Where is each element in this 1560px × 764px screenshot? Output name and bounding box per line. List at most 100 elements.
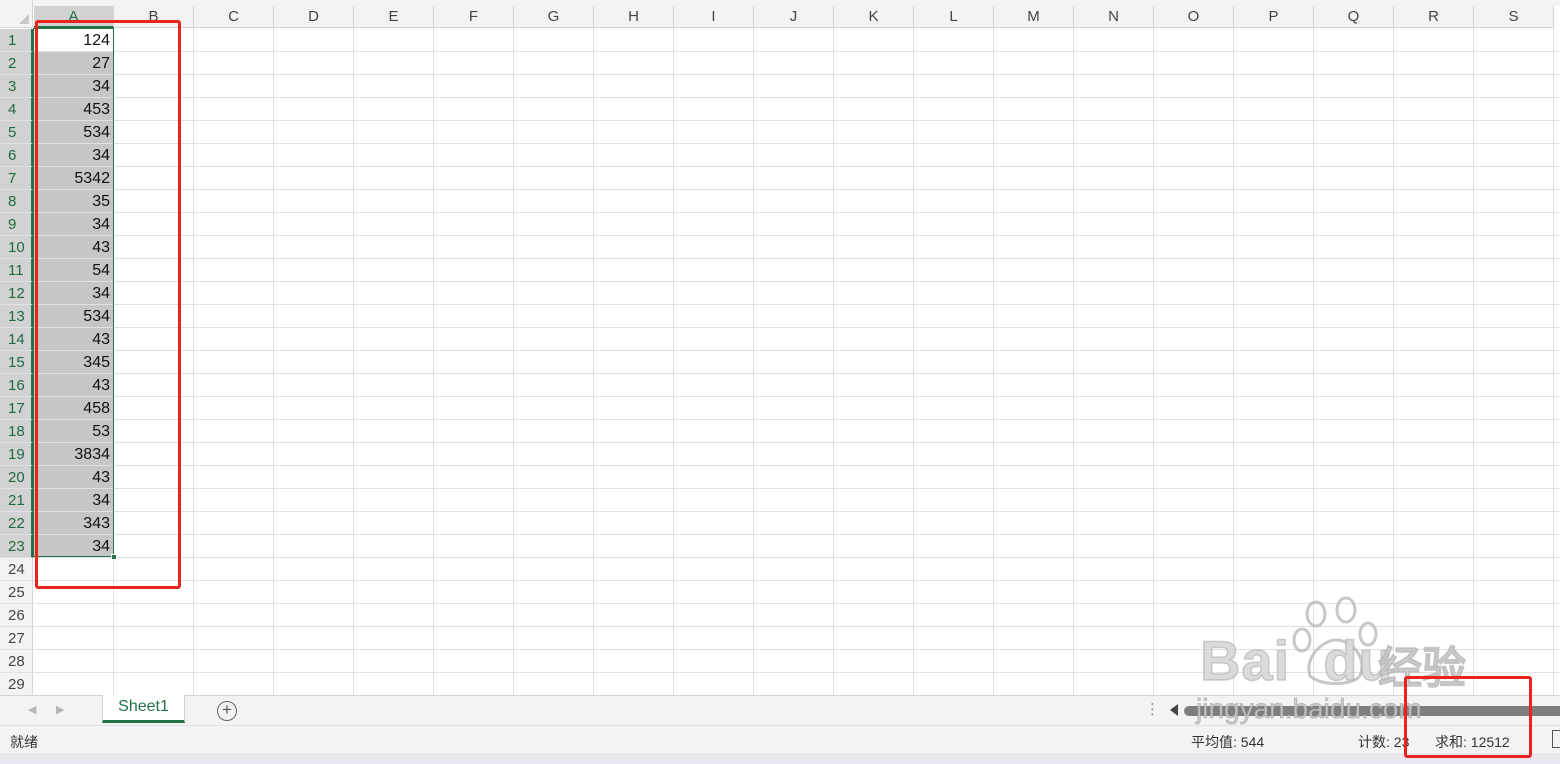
cell-a10[interactable]: 43 bbox=[34, 236, 113, 258]
column-header-j[interactable]: J bbox=[754, 6, 834, 28]
tab-sheet1[interactable]: Sheet1 bbox=[102, 695, 185, 723]
row-header-7[interactable]: 7 bbox=[0, 167, 33, 190]
row-header-13[interactable]: 13 bbox=[0, 305, 33, 328]
cell-a15[interactable]: 345 bbox=[34, 351, 113, 373]
cell-a4[interactable]: 453 bbox=[34, 98, 113, 120]
cell-a3[interactable]: 34 bbox=[34, 75, 113, 97]
spreadsheet-grid[interactable]: ABCDEFGHIJKLMNOPQRS 1 2 3 4 5 6 7 8 9 10 11 12 13 14 1… bbox=[0, 0, 1560, 695]
column-header-e[interactable]: E bbox=[354, 6, 434, 28]
cell-a20[interactable]: 43 bbox=[34, 466, 113, 488]
column-header-f[interactable]: F bbox=[434, 6, 514, 28]
cell-a13[interactable]: 534 bbox=[34, 305, 113, 327]
row-header-12[interactable]: 12 bbox=[0, 282, 33, 305]
column-header-d[interactable]: D bbox=[274, 6, 354, 28]
row-header-29[interactable]: 29 bbox=[0, 673, 33, 695]
cell-a19[interactable]: 3834 bbox=[34, 443, 113, 465]
cell-a14[interactable]: 43 bbox=[34, 328, 113, 350]
row-header-25[interactable]: 25 bbox=[0, 581, 33, 604]
column-header-i[interactable]: I bbox=[674, 6, 754, 28]
row-header-26[interactable]: 26 bbox=[0, 604, 33, 627]
status-bar: 就绪 平均值: 544 计数: 23 求和: 12512 bbox=[0, 725, 1560, 753]
column-header-o[interactable]: O bbox=[1154, 6, 1234, 28]
watermark-url: jingyan.baidu.com bbox=[1196, 693, 1423, 725]
row-header-18[interactable]: 18 bbox=[0, 420, 33, 443]
row-header-15[interactable]: 15 bbox=[0, 351, 33, 374]
row-header-23[interactable]: 23 bbox=[0, 535, 33, 558]
row-header-24[interactable]: 24 bbox=[0, 558, 33, 581]
row-header-11[interactable]: 11 bbox=[0, 259, 33, 282]
gridline-vertical bbox=[1313, 28, 1314, 695]
row-header-19[interactable]: 19 bbox=[0, 443, 33, 466]
fill-handle[interactable] bbox=[111, 554, 117, 560]
row-header-4[interactable]: 4 bbox=[0, 98, 33, 121]
row-header-28[interactable]: 28 bbox=[0, 650, 33, 673]
select-all-triangle-icon bbox=[19, 14, 29, 24]
cell-a7[interactable]: 5342 bbox=[34, 167, 113, 189]
column-header-k[interactable]: K bbox=[834, 6, 914, 28]
tab-split-handle-icon[interactable]: ⋮ bbox=[1145, 701, 1160, 719]
row-header-3[interactable]: 3 bbox=[0, 75, 33, 98]
gridline-horizontal bbox=[33, 258, 1560, 259]
row-header-22[interactable]: 22 bbox=[0, 512, 33, 535]
status-average: 平均值: 544 bbox=[1191, 734, 1265, 750]
column-header-m[interactable]: M bbox=[994, 6, 1074, 28]
row-header-9[interactable]: 9 bbox=[0, 213, 33, 236]
cell-a17[interactable]: 458 bbox=[34, 397, 113, 419]
row-header-5[interactable]: 5 bbox=[0, 121, 33, 144]
watermark-cn: 经验 bbox=[1378, 644, 1467, 694]
row-header-27[interactable]: 27 bbox=[0, 627, 33, 650]
column-header-s[interactable]: S bbox=[1474, 6, 1554, 28]
cell-a8[interactable]: 35 bbox=[34, 190, 113, 212]
gridline-vertical bbox=[913, 28, 914, 695]
row-header-14[interactable]: 14 bbox=[0, 328, 33, 351]
gridline-vertical bbox=[433, 28, 434, 695]
row-header-8[interactable]: 8 bbox=[0, 190, 33, 213]
column-header-g[interactable]: G bbox=[514, 6, 594, 28]
scroll-left-arrow-icon[interactable] bbox=[1170, 704, 1178, 716]
cell-a2[interactable]: 27 bbox=[34, 52, 113, 74]
status-sum: 求和: 12512 bbox=[1435, 734, 1510, 750]
row-header-10[interactable]: 10 bbox=[0, 236, 33, 259]
column-header-a[interactable]: A bbox=[34, 6, 114, 28]
gridline-horizontal bbox=[33, 488, 1560, 489]
row-header-16[interactable]: 16 bbox=[0, 374, 33, 397]
cell-a21[interactable]: 34 bbox=[34, 489, 113, 511]
cell-a11[interactable]: 54 bbox=[34, 259, 113, 281]
row-header-6[interactable]: 6 bbox=[0, 144, 33, 167]
row-header-1[interactable]: 1 bbox=[0, 29, 33, 52]
column-header-h[interactable]: H bbox=[594, 6, 674, 28]
row-header-20[interactable]: 20 bbox=[0, 466, 33, 489]
add-sheet-icon[interactable]: + bbox=[217, 701, 237, 721]
gridline-vertical bbox=[273, 28, 274, 695]
column-header-r[interactable]: R bbox=[1394, 6, 1474, 28]
cell-a18[interactable]: 53 bbox=[34, 420, 113, 442]
tab-scroll-right-icon[interactable]: ▶ bbox=[56, 703, 64, 716]
gridline-horizontal bbox=[33, 51, 1560, 52]
column-header-n[interactable]: N bbox=[1074, 6, 1154, 28]
gridline-vertical bbox=[1233, 28, 1234, 695]
cell-a5[interactable]: 534 bbox=[34, 121, 113, 143]
cell-a16[interactable]: 43 bbox=[34, 374, 113, 396]
cell-a23[interactable]: 34 bbox=[34, 535, 113, 557]
cell-a12[interactable]: 34 bbox=[34, 282, 113, 304]
gridline-horizontal bbox=[33, 166, 1560, 167]
column-header-c[interactable]: C bbox=[194, 6, 274, 28]
cell-a6[interactable]: 34 bbox=[34, 144, 113, 166]
column-header-q[interactable]: Q bbox=[1314, 6, 1394, 28]
gridline-vertical bbox=[1553, 28, 1554, 695]
gridline-horizontal bbox=[33, 120, 1560, 121]
watermark-brand: Bai du bbox=[1199, 628, 1394, 693]
taskbar-strip bbox=[0, 753, 1560, 764]
normal-view-icon[interactable] bbox=[1552, 730, 1560, 748]
row-header-21[interactable]: 21 bbox=[0, 489, 33, 512]
row-header-2[interactable]: 2 bbox=[0, 52, 33, 75]
row-header-17[interactable]: 17 bbox=[0, 397, 33, 420]
column-header-l[interactable]: L bbox=[914, 6, 994, 28]
cell-a22[interactable]: 343 bbox=[34, 512, 113, 534]
cell-a9[interactable]: 34 bbox=[34, 213, 113, 235]
cell-a1[interactable]: 124 bbox=[34, 29, 113, 51]
column-header-b[interactable]: B bbox=[114, 6, 194, 28]
column-header-p[interactable]: P bbox=[1234, 6, 1314, 28]
select-all-corner[interactable] bbox=[0, 0, 33, 28]
tab-scroll-left-icon[interactable]: ◀ bbox=[28, 703, 36, 716]
